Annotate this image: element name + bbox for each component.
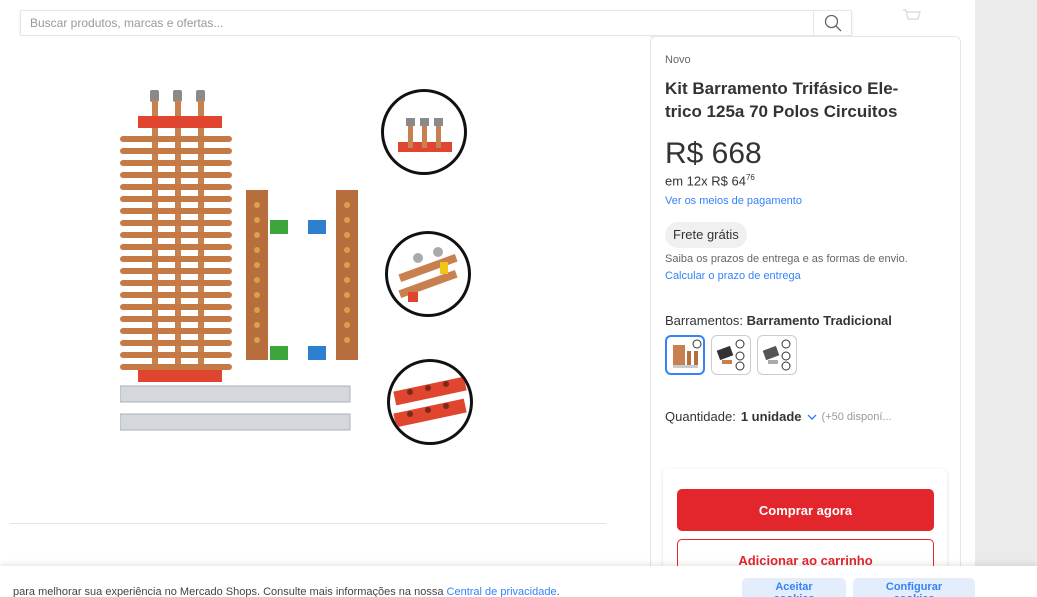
quantity-label: Quantidade: — [665, 409, 736, 424]
variation-label-text: Barramentos: — [665, 313, 747, 328]
search-input[interactable] — [21, 11, 801, 35]
free-shipping-badge: Frete grátis — [665, 222, 747, 248]
payment-methods-link[interactable]: Ver os meios de pagamento — [665, 195, 802, 207]
cookie-suffix: . — [556, 586, 560, 597]
quantity-available: (+50 disponí... — [821, 410, 892, 423]
swatch-tradicional-image — [673, 339, 702, 368]
swatch-option-3-image — [762, 339, 791, 371]
page-side-background — [975, 0, 1037, 597]
detail-connectors-image — [398, 247, 458, 302]
swatch-option-2-image — [716, 339, 745, 371]
variation-swatches — [665, 335, 797, 375]
cookie-banner: para melhorar sua experiência no Mercado… — [0, 566, 1037, 597]
detail-blocks-image — [393, 376, 467, 428]
installments-text: em 12x R$ 64 — [665, 173, 746, 189]
search-button[interactable] — [813, 11, 851, 35]
cookie-text: para melhorar sua experiência no Mercado… — [13, 586, 560, 597]
variation-value: Barramento Tradicional — [746, 313, 892, 328]
installments: em 12x R$ 6476 — [665, 173, 755, 188]
installments-cents: 76 — [745, 173, 755, 182]
calculate-delivery-link[interactable]: Calcular o prazo de entrega — [665, 270, 801, 282]
quantity-selector[interactable]: Quantidade: 1 unidade (+50 disponí... — [665, 409, 892, 424]
configure-cookies-button[interactable]: Configurar cookies — [853, 578, 975, 597]
price: R$ 668 — [665, 137, 762, 170]
condition-label: Novo — [665, 54, 691, 66]
accept-cookies-button[interactable]: Aceitar cookies — [742, 578, 846, 597]
variation-label: Barramentos: Barramento Tradicional — [665, 313, 892, 328]
gallery-divider — [10, 523, 606, 524]
swatch-option-3[interactable] — [757, 335, 797, 375]
search-icon — [824, 14, 841, 32]
product-gallery — [10, 36, 650, 564]
swatch-option-2[interactable] — [711, 335, 751, 375]
search-bar — [20, 10, 852, 36]
cart-icon[interactable] — [902, 8, 922, 24]
detail-thumb-screws[interactable] — [381, 89, 467, 175]
buy-now-button[interactable]: Comprar agora — [677, 489, 934, 531]
chevron-down-icon[interactable] — [807, 413, 817, 421]
detail-screws-image — [398, 118, 452, 152]
swatch-tradicional[interactable] — [665, 335, 705, 375]
detail-thumb-blocks[interactable] — [387, 359, 473, 445]
cookie-message: para melhorar sua experiência no Mercado… — [13, 586, 447, 597]
quantity-value[interactable]: 1 unidade — [741, 409, 802, 424]
detail-thumb-connectors[interactable] — [385, 231, 471, 317]
shipping-info: Saiba os prazos de entrega e as formas d… — [665, 253, 908, 265]
product-main-image[interactable] — [120, 90, 380, 450]
privacy-center-link[interactable]: Central de privacidade — [447, 586, 557, 597]
product-info-panel: Novo Kit Barramento Trifásico Ele-trico … — [650, 36, 961, 597]
product-title: Kit Barramento Trifásico Ele-trico 125a … — [665, 79, 899, 121]
